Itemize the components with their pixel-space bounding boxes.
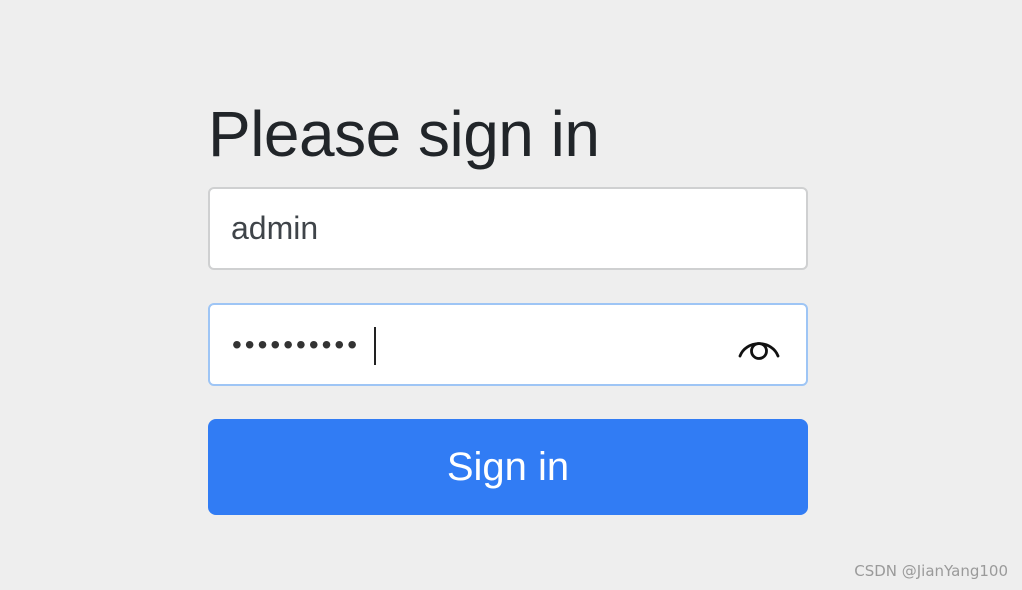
text-caret [374, 327, 376, 365]
username-value[interactable]: admin [231, 189, 318, 268]
eye-icon[interactable] [738, 330, 780, 360]
sign-in-button[interactable]: Sign in [208, 419, 808, 515]
password-value[interactable]: •••••••••• [232, 305, 360, 384]
watermark: CSDN @JianYang100 [854, 562, 1008, 580]
page-title: Please sign in [208, 98, 600, 170]
password-field[interactable]: •••••••••• [208, 303, 808, 386]
username-field[interactable]: admin [208, 187, 808, 270]
eye-icon-graphic [738, 342, 780, 360]
